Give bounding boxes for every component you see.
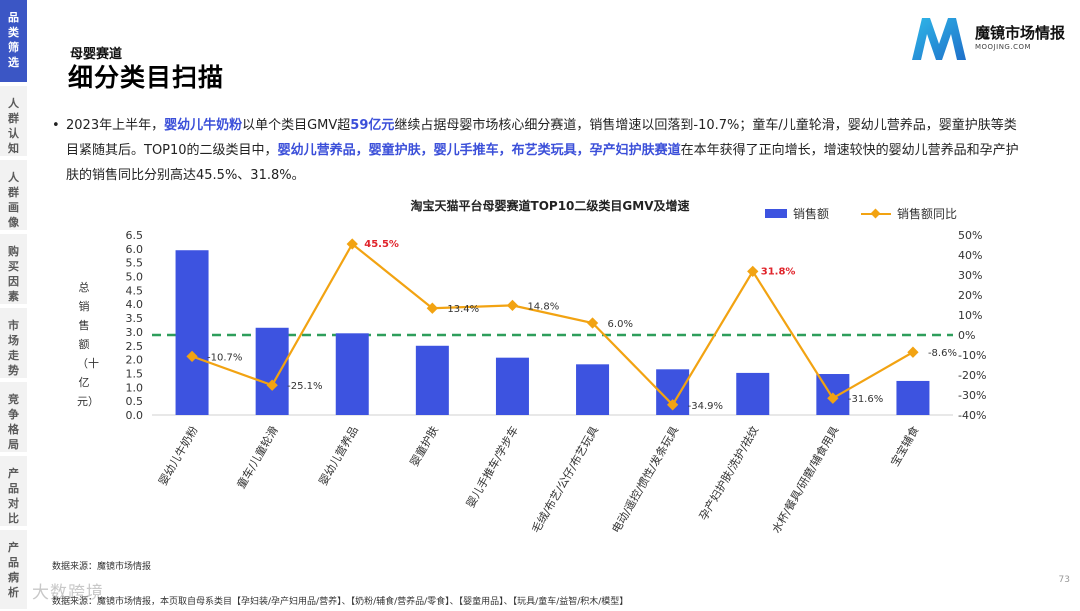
x-tick-label: 宝宝辅食 (887, 424, 921, 469)
x-tick-label: 童车/儿童轮滑 (234, 424, 281, 491)
bar (175, 250, 209, 415)
y-tick-label: 2.5 (126, 340, 144, 353)
x-tick-label: 婴童护肤 (407, 424, 441, 469)
y2-tick-label: 40% (958, 249, 982, 262)
y2-tick-label: 20% (958, 289, 982, 302)
y-tick-label: 3.0 (126, 326, 144, 339)
x-tick-label: 婴幼儿牛奶粉 (156, 424, 201, 488)
y-tick-label: 0.5 (126, 395, 144, 408)
y2-tick-label: -40% (958, 409, 986, 422)
data-label: 14.8% (527, 301, 559, 312)
bar (255, 327, 289, 415)
data-label: 6.0% (608, 319, 633, 330)
y-tick-label: 6.0 (126, 243, 144, 256)
x-tick-label: 水杯/餐具/研磨/辅食用具 (769, 424, 842, 536)
line-point (506, 299, 519, 312)
x-tick-label: 孕产妇护肤/洗护/祛纹 (696, 424, 761, 523)
y-tick-label: 3.5 (126, 312, 144, 325)
bar (415, 345, 449, 415)
y-tick-label: 2.0 (126, 354, 144, 367)
bar (335, 333, 369, 415)
data-label: -25.1% (287, 381, 322, 392)
y2-tick-label: 30% (958, 269, 982, 282)
data-label: -31.6% (848, 394, 883, 405)
y-tick-label: 1.0 (126, 381, 144, 394)
x-tick-label: 毛绒/布艺/公仔/布艺玩具 (529, 424, 601, 535)
bar (495, 357, 529, 415)
footnote: 数据来源：魔镜市场情报，本页取自母系类目【孕妇装/孕产妇用品/营养】、【奶粉/辅… (52, 597, 629, 607)
gmv-growth-chart: 0.00.51.01.52.02.53.03.54.04.55.05.56.06… (126, 229, 987, 536)
y-tick-label: 4.5 (126, 284, 144, 297)
data-label: 13.4% (447, 304, 479, 315)
y-tick-label: 5.5 (126, 257, 144, 270)
data-label: 45.5% (364, 239, 399, 250)
y-tick-label: 6.5 (126, 229, 144, 242)
data-label: 31.8% (761, 266, 796, 277)
y-tick-label: 5.0 (126, 271, 144, 284)
y2-tick-label: 50% (958, 229, 982, 242)
bar (736, 372, 770, 415)
y2-tick-label: -30% (958, 389, 986, 402)
y-tick-label: 1.5 (126, 367, 144, 380)
x-tick-label: 电动/遥控/惯性/发条玩具 (609, 424, 682, 536)
y2-tick-label: -10% (958, 349, 986, 362)
line-point (907, 346, 919, 358)
y2-tick-label: 10% (958, 309, 982, 322)
y2-tick-label: -20% (958, 369, 986, 382)
data-source: 数据来源：魔镜市场情报 (52, 562, 152, 572)
y-tick-label: 0.0 (126, 409, 144, 422)
x-tick-label: 婴儿手推车/学步车 (463, 424, 521, 510)
line-point (747, 265, 759, 278)
data-label: -10.7% (207, 352, 242, 363)
data-label: -34.9% (688, 401, 723, 412)
data-label: -8.6% (928, 348, 957, 359)
bar (896, 380, 930, 415)
bar (576, 364, 610, 415)
page-number: 73 (1058, 575, 1070, 585)
y2-tick-label: 0% (958, 329, 975, 342)
x-tick-label: 婴幼儿营养品 (316, 424, 361, 488)
y-tick-label: 4.0 (126, 298, 144, 311)
